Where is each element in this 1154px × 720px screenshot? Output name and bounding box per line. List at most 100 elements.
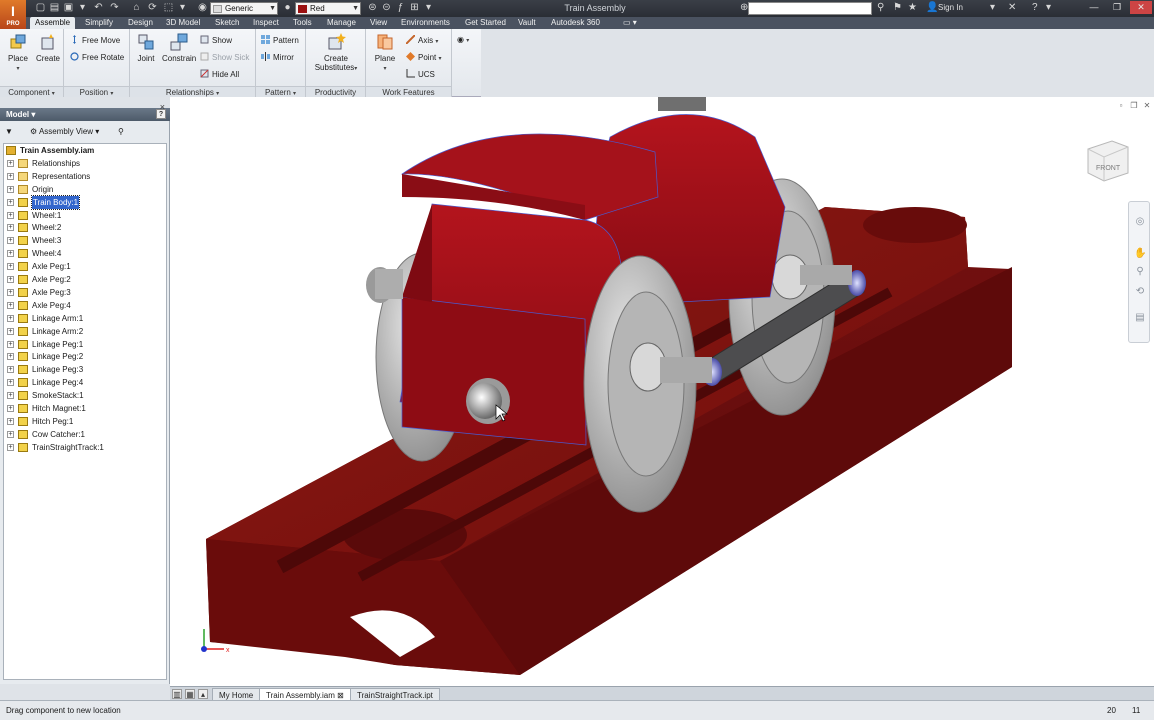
- expand-icon[interactable]: +: [7, 417, 14, 425]
- ucs-button[interactable]: UCS: [406, 69, 435, 79]
- tab-view[interactable]: View: [365, 17, 392, 29]
- expand-icon[interactable]: +: [7, 185, 14, 193]
- tab-vault[interactable]: Vault: [513, 17, 541, 29]
- expand-icon[interactable]: +: [7, 276, 14, 283]
- find-binoculars-icon[interactable]: ⚲: [118, 124, 124, 140]
- tab-3d-model[interactable]: 3D Model: [161, 17, 205, 29]
- expand-icon[interactable]: +: [7, 314, 14, 322]
- favorites-star-icon[interactable]: ★: [908, 2, 917, 14]
- axis-button[interactable]: Axis ▾: [406, 35, 438, 45]
- expand-icon[interactable]: +: [7, 405, 14, 412]
- expand-icon[interactable]: +: [7, 211, 14, 219]
- tab-inspect[interactable]: Inspect: [248, 17, 284, 29]
- clear-appearance-icon[interactable]: ⊝: [380, 2, 393, 14]
- open-file-icon[interactable]: ▤: [48, 2, 61, 14]
- tab-autodesk-360[interactable]: Autodesk 360: [546, 17, 605, 29]
- expand-icon[interactable]: +: [7, 198, 14, 206]
- look-at-icon[interactable]: ▤: [1134, 312, 1146, 324]
- close-window-button[interactable]: ✕: [1130, 1, 1152, 14]
- expand-icon[interactable]: +: [7, 443, 14, 451]
- ribbon-options-icon[interactable]: ◉ ▾: [457, 35, 469, 44]
- expand-icon[interactable]: +: [7, 250, 14, 258]
- close-view-icon[interactable]: ✕: [1142, 101, 1152, 111]
- zoom-icon[interactable]: ⚲: [1134, 266, 1146, 278]
- wheel-front-right[interactable]: [583, 255, 697, 513]
- new-file-icon[interactable]: ▢: [34, 2, 47, 14]
- close-tab-icon[interactable]: ⊠: [337, 691, 344, 700]
- productivity-panel-title[interactable]: Productivity: [306, 86, 365, 97]
- expand-icon[interactable]: +: [7, 288, 14, 296]
- expand-icon[interactable]: +: [7, 237, 14, 245]
- assembly-view-dropdown[interactable]: ⚙ Assembly View ▾: [30, 124, 99, 140]
- application-menu-button[interactable]: I PRO: [0, 0, 26, 29]
- undo-icon[interactable]: ↶: [92, 2, 105, 14]
- orbit-icon[interactable]: ⟲: [1134, 286, 1146, 298]
- tab-assemble[interactable]: Assemble: [30, 17, 76, 29]
- hide-all-button[interactable]: Hide All: [200, 69, 239, 79]
- pattern-button[interactable]: Pattern: [261, 35, 299, 45]
- smokestack[interactable]: [658, 97, 706, 111]
- expand-icon[interactable]: +: [7, 366, 14, 374]
- restore-view-icon[interactable]: ❐: [1129, 101, 1139, 111]
- select-icon[interactable]: ⬚: [162, 2, 175, 14]
- expand-icon[interactable]: +: [7, 379, 14, 387]
- tab-simplify[interactable]: Simplify: [80, 17, 118, 29]
- pattern-panel-title[interactable]: Pattern ▾: [256, 86, 305, 97]
- steering-wheel-icon[interactable]: ◎: [1134, 216, 1146, 228]
- free-rotate-button[interactable]: Free Rotate: [70, 52, 124, 62]
- mirror-button[interactable]: Mirror: [261, 52, 294, 62]
- chevron-down-icon[interactable]: ▾: [31, 110, 35, 119]
- help-search-input[interactable]: [748, 2, 872, 15]
- tile-horizontal-icon[interactable]: ▦: [185, 689, 195, 699]
- show-sick-button[interactable]: Show Sick: [200, 52, 249, 62]
- exchange-icon[interactable]: ✕: [1008, 2, 1016, 14]
- position-panel-title[interactable]: Position ▾: [64, 86, 129, 97]
- tab-sketch[interactable]: Sketch: [210, 17, 244, 29]
- expand-icon[interactable]: +: [7, 327, 14, 335]
- dropdown-arrow-icon[interactable]: ▾: [990, 2, 995, 14]
- create-button[interactable]: Create: [33, 32, 63, 63]
- material-combo[interactable]: Generic ▼: [210, 2, 278, 15]
- expand-icon[interactable]: +: [7, 172, 14, 180]
- axle-peg-left[interactable]: [366, 267, 403, 303]
- dropdown-arrow-icon[interactable]: ▾: [76, 2, 89, 14]
- constrain-button[interactable]: Constrain: [162, 32, 196, 63]
- graphics-viewport[interactable]: ▫ ❐ ✕ FRONT ◎ ✋ ⚲ ⟲ ▤ x: [170, 97, 1154, 686]
- tab-get-started[interactable]: Get Started: [460, 17, 511, 29]
- tab-design[interactable]: Design: [123, 17, 158, 29]
- home-icon[interactable]: ⌂: [130, 2, 143, 14]
- save-icon[interactable]: ▣: [62, 2, 75, 14]
- minimize-view-icon[interactable]: ▫: [1116, 101, 1126, 111]
- tab-tools[interactable]: Tools: [288, 17, 317, 29]
- communication-center-icon[interactable]: ⚑: [893, 2, 902, 14]
- tab-environments[interactable]: Environments: [396, 17, 455, 29]
- browser-close-icon[interactable]: ×: [160, 102, 165, 112]
- free-move-button[interactable]: Free Move: [70, 35, 120, 45]
- show-button[interactable]: Show: [200, 35, 232, 45]
- adjust-icon[interactable]: ⊜: [366, 2, 379, 14]
- binoculars-icon[interactable]: ⚲: [877, 2, 884, 14]
- maximize-button[interactable]: ❐: [1106, 1, 1128, 14]
- filter-icon[interactable]: ▼: [5, 124, 13, 140]
- train-assembly-model[interactable]: [170, 97, 1154, 686]
- component-panel-title[interactable]: Component ▾: [0, 86, 63, 97]
- dropdown-arrow-icon[interactable]: ▾: [422, 2, 435, 14]
- expand-icon[interactable]: +: [7, 159, 14, 167]
- measure-icon[interactable]: ⊞: [408, 2, 421, 14]
- dropdown-arrow-icon[interactable]: ▾: [176, 2, 189, 14]
- viewcube[interactable]: FRONT: [1082, 135, 1132, 185]
- joint-button[interactable]: Joint: [131, 32, 161, 63]
- plane-button[interactable]: Plane ▾: [370, 32, 400, 72]
- expand-icon[interactable]: +: [7, 263, 14, 271]
- pan-icon[interactable]: ✋: [1134, 248, 1146, 260]
- expand-icon[interactable]: +: [7, 340, 14, 348]
- dropdown-arrow-icon[interactable]: ▾: [1046, 2, 1051, 14]
- relationships-panel-title[interactable]: Relationships ▾: [130, 86, 255, 97]
- point-button[interactable]: Point ▾: [406, 52, 441, 62]
- sign-in-link[interactable]: Sign In: [938, 3, 963, 12]
- expand-icon[interactable]: +: [7, 301, 14, 309]
- tab-manage[interactable]: Manage: [322, 17, 361, 29]
- expand-icon[interactable]: +: [7, 224, 14, 232]
- create-substitutes-button[interactable]: Create Substitutes▾: [314, 32, 358, 72]
- update-icon[interactable]: ⟳: [146, 2, 159, 14]
